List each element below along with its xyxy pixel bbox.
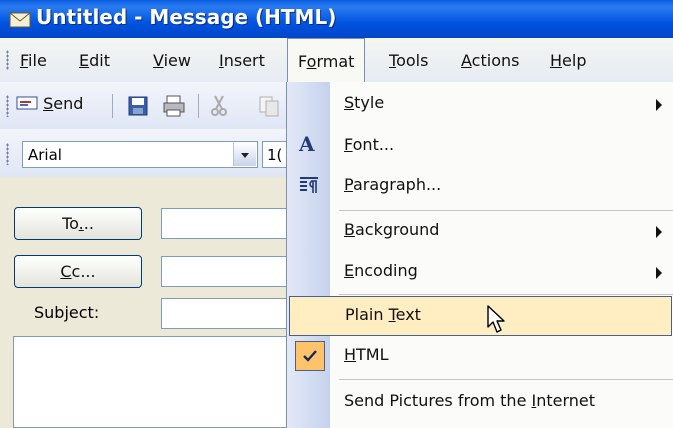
menu-item-style[interactable]: Style <box>287 84 673 124</box>
font-size-value: 1( <box>267 146 283 164</box>
toolbar-grip[interactable] <box>6 95 9 117</box>
copy-icon[interactable] <box>258 95 286 117</box>
message-envelope-icon <box>9 12 31 28</box>
menu-item-paragraph[interactable]: Paragraph... <box>287 166 673 206</box>
menu-insert[interactable]: Insert <box>219 51 265 70</box>
menu-actions[interactable]: Actions <box>461 51 519 70</box>
menu-item-encoding[interactable]: Encoding <box>287 252 673 292</box>
menu-item-background[interactable]: Background <box>287 211 673 251</box>
send-envelope-icon <box>16 96 38 110</box>
font-dropdown-button[interactable] <box>233 143 256 166</box>
menu-item-html[interactable]: HTML <box>287 336 673 376</box>
window-title: Untitled - Message (HTML) <box>36 5 337 29</box>
message-body[interactable] <box>13 336 286 428</box>
check-icon <box>303 350 317 362</box>
font-name-combo[interactable]: Arial <box>22 141 258 168</box>
menu-item-send-pictures[interactable]: Send Pictures from the Internet <box>287 382 673 422</box>
title-bar: Untitled - Message (HTML) <box>0 0 673 38</box>
print-icon[interactable] <box>162 95 186 117</box>
chevron-down-icon <box>241 153 249 158</box>
cc-button[interactable]: Cc... <box>14 255 142 288</box>
toolbar-separator <box>112 94 113 118</box>
menu-format[interactable]: Format <box>287 38 366 82</box>
send-button[interactable]: Send <box>16 94 83 113</box>
cc-field[interactable] <box>161 256 286 287</box>
menu-item-font[interactable]: A Font... <box>287 126 673 166</box>
toolbar-separator <box>198 94 199 118</box>
cut-icon[interactable] <box>210 95 228 117</box>
to-button[interactable]: To... <box>14 207 142 240</box>
submenu-arrow-icon <box>656 226 662 238</box>
menu-tools[interactable]: Tools <box>389 51 428 70</box>
menu-separator <box>339 294 673 295</box>
font-size-combo[interactable]: 1( <box>262 141 286 168</box>
menu-separator <box>339 379 673 380</box>
toolbar-grip[interactable] <box>6 143 9 165</box>
menu-edit[interactable]: Edit <box>79 51 110 70</box>
to-field[interactable] <box>161 208 286 239</box>
subject-label: Subject: <box>34 303 100 322</box>
paragraph-icon <box>300 177 318 193</box>
mouse-cursor-icon <box>487 305 505 333</box>
menu-file[interactable]: File <box>20 51 47 70</box>
checked-indicator <box>295 341 325 371</box>
font-icon: A <box>299 132 315 156</box>
menu-item-plain-text[interactable]: Plain Text <box>289 296 672 336</box>
submenu-arrow-icon <box>656 267 662 279</box>
submenu-arrow-icon <box>656 99 662 111</box>
standard-toolbar: Send <box>0 82 286 129</box>
menu-bar: File Edit View Insert Format Tools Actio… <box>0 38 673 82</box>
menubar-grip[interactable] <box>6 50 9 70</box>
menu-view[interactable]: View <box>153 51 191 70</box>
save-icon[interactable] <box>128 96 148 116</box>
format-menu-dropdown: Style A Font... Paragraph... Background … <box>286 82 673 428</box>
font-name-value: Arial <box>28 146 62 164</box>
menu-help[interactable]: Help <box>550 51 586 70</box>
subject-field[interactable] <box>161 298 286 329</box>
